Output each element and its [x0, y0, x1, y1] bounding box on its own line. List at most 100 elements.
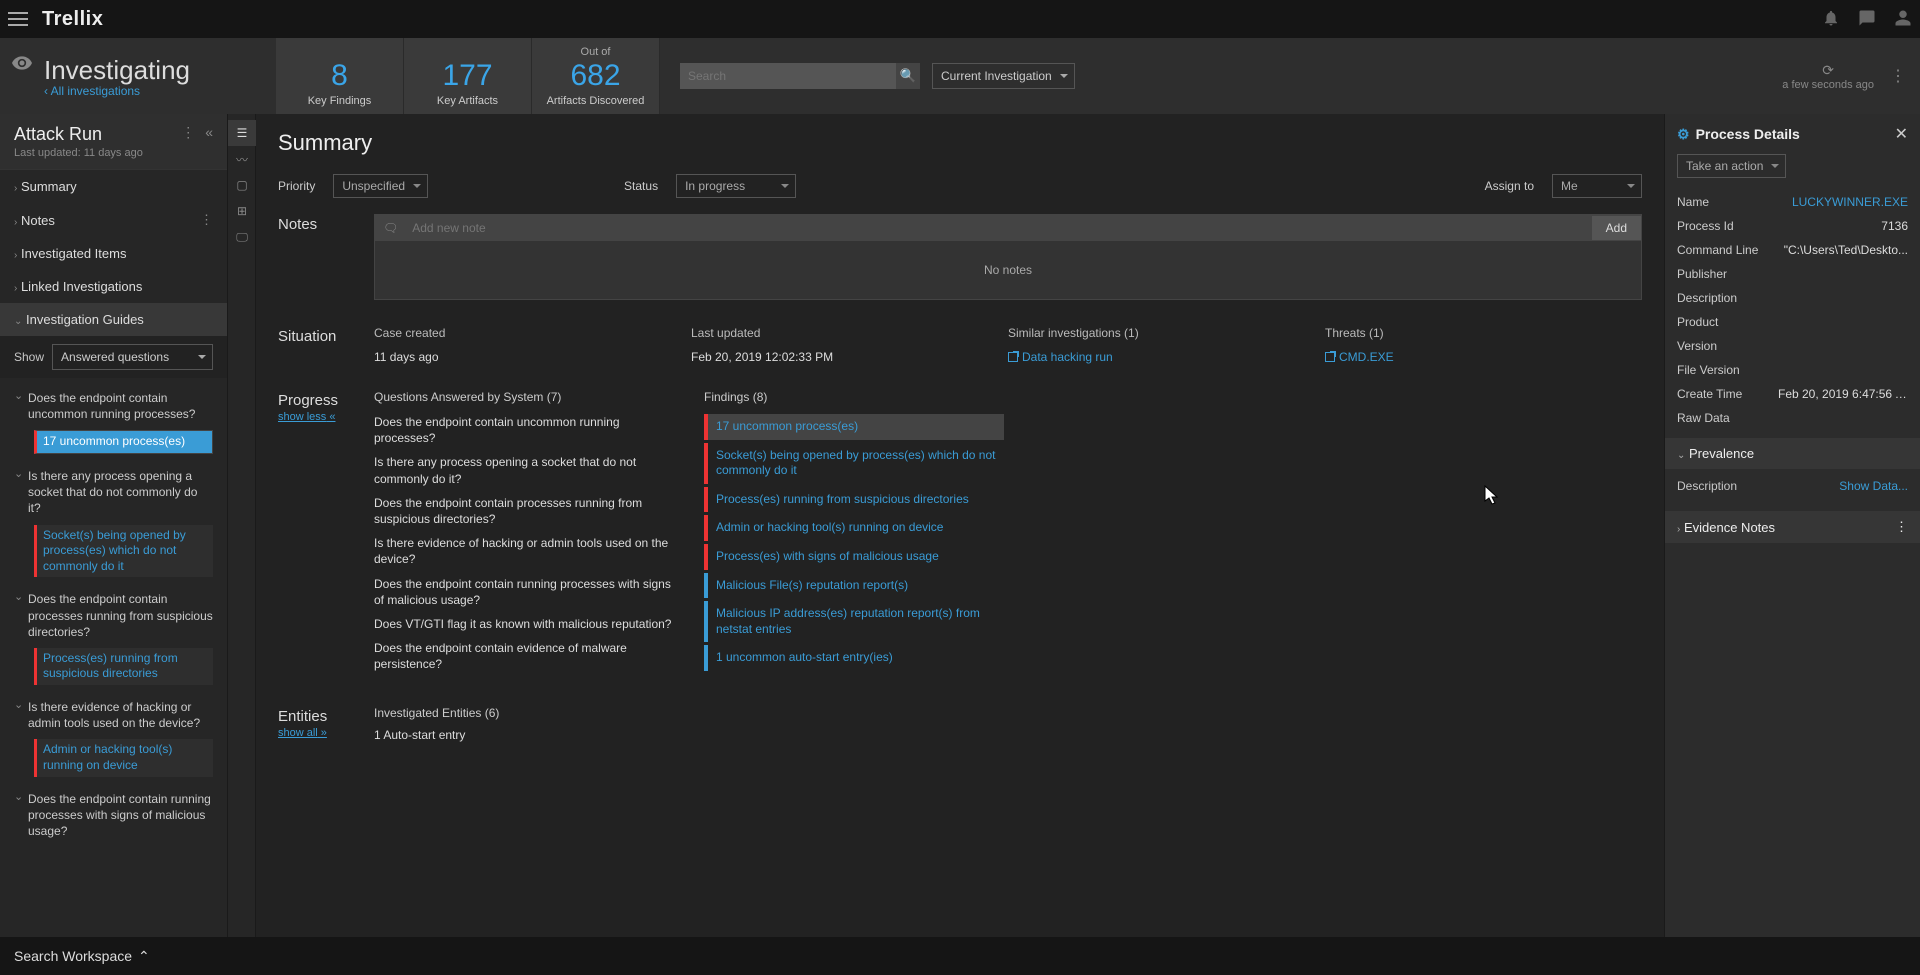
content: Summary Priority Unspecified Status In p…	[256, 114, 1664, 937]
box-view-icon[interactable]: ▢	[228, 172, 256, 198]
guide-question[interactable]: Does the endpoint contain running proces…	[0, 785, 227, 844]
guide-finding[interactable]: Process(es) running from suspicious dire…	[34, 648, 213, 685]
progress-label: Progress show less «	[278, 390, 374, 680]
sidebar-collapse-icon[interactable]: «	[205, 124, 213, 141]
detail-key: Create Time	[1677, 387, 1742, 401]
evidence-more-icon[interactable]: ⋮	[1895, 519, 1908, 535]
situation-value[interactable]: CMD.EXE	[1325, 350, 1642, 364]
topbar: Trellix	[0, 0, 1920, 38]
external-link-icon	[1008, 352, 1018, 362]
detail-value: Feb 20, 2019 6:47:56 A...	[1778, 387, 1908, 401]
situation-label: Situation	[278, 326, 374, 364]
guide-question[interactable]: Is there evidence of hacking or admin to…	[0, 693, 227, 735]
detail-key: Product	[1677, 315, 1718, 329]
situation-value: 11 days ago	[374, 350, 691, 364]
situation-value[interactable]: Data hacking run	[1008, 350, 1325, 364]
prevalence-section[interactable]: ⌄ Prevalence	[1665, 438, 1920, 469]
gear-icon: ⚙	[1677, 126, 1690, 143]
action-select[interactable]: Take an action	[1677, 154, 1786, 178]
brand-logo: Trellix	[42, 8, 103, 31]
search-input[interactable]	[680, 63, 896, 89]
bell-icon[interactable]	[1822, 9, 1840, 30]
guide-finding[interactable]: 17 uncommon process(es)	[34, 430, 213, 454]
situation-header: Threats (1)	[1325, 326, 1642, 340]
guide-question[interactable]: Does the endpoint contain uncommon runni…	[0, 384, 227, 426]
progress-finding[interactable]: Process(es) running from suspicious dire…	[704, 487, 1004, 513]
situation-value: Feb 20, 2019 12:02:33 PM	[691, 350, 1008, 364]
close-icon[interactable]: ✕	[1895, 124, 1908, 144]
entity-item: 1 Auto-start entry	[374, 728, 1642, 742]
notes-empty: No notes	[375, 241, 1641, 299]
back-link[interactable]: All investigations	[44, 84, 262, 98]
show-less-link[interactable]: show less «	[278, 411, 374, 423]
scope-select[interactable]: Current Investigation	[932, 63, 1075, 89]
guide-question[interactable]: Is there any process opening a socket th…	[0, 462, 227, 521]
progress-finding[interactable]: 1 uncommon auto-start entry(ies)	[704, 645, 1004, 671]
show-label: Show	[14, 350, 44, 364]
assign-select[interactable]: Me	[1552, 174, 1642, 198]
progress-question: Does the endpoint contain uncommon runni…	[374, 414, 674, 446]
detail-value: "C:\Users\Ted\Deskto...	[1784, 243, 1908, 257]
detail-value[interactable]: LUCKYWINNER.EXE	[1792, 195, 1908, 209]
header: Investigating All investigations 8 Key F…	[0, 38, 1920, 114]
progress-finding[interactable]: Admin or hacking tool(s) running on devi…	[704, 515, 1004, 541]
progress-finding[interactable]: Malicious File(s) reputation report(s)	[704, 573, 1004, 599]
show-select[interactable]: Answered questions	[52, 344, 213, 370]
chevron-up-icon: ⌃	[138, 948, 150, 965]
sidebar: Attack Run Last updated: 11 days ago ⋮ «…	[0, 114, 228, 937]
graph-view-icon[interactable]: 〰	[228, 146, 256, 172]
situation-header: Case created	[374, 326, 691, 340]
more-icon[interactable]: ⋮	[1890, 66, 1906, 86]
detail-value: 7136	[1881, 219, 1908, 233]
progress-finding[interactable]: 17 uncommon process(es)	[704, 414, 1004, 440]
menu-icon[interactable]	[8, 12, 28, 26]
guide-finding[interactable]: Socket(s) being opened by process(es) wh…	[34, 525, 213, 578]
show-all-link[interactable]: show all »	[278, 727, 374, 739]
notes-input[interactable]	[406, 215, 1591, 241]
sidebar-item-linked investigations[interactable]: › Linked Investigations	[0, 270, 227, 303]
show-data-link[interactable]: Show Data...	[1839, 479, 1908, 493]
sidebar-subtitle: Last updated: 11 days ago	[14, 147, 143, 159]
summary-title: Summary	[278, 130, 1642, 156]
stat: 177 Key Artifacts	[404, 38, 532, 114]
grid-view-icon[interactable]: ⊞	[228, 198, 256, 224]
findings-header: Findings (8)	[704, 390, 1004, 404]
details-title: Process Details	[1696, 126, 1800, 142]
sidebar-item-investigated items[interactable]: › Investigated Items	[0, 237, 227, 270]
guide-finding[interactable]: Admin or hacking tool(s) running on devi…	[34, 739, 213, 776]
sidebar-more-icon[interactable]: ⋮	[181, 124, 195, 141]
refresh-icon[interactable]: ⟳	[1782, 62, 1874, 79]
detail-key: Name	[1677, 195, 1709, 209]
questions-header: Questions Answered by System (7)	[374, 390, 674, 404]
user-icon[interactable]	[1894, 9, 1912, 30]
list-view-icon[interactable]: ☰	[228, 120, 256, 146]
progress-question: Does the endpoint contain evidence of ma…	[374, 640, 674, 672]
toolstrip: ☰ 〰 ▢ ⊞ 🖵	[228, 114, 256, 937]
refresh-time: a few seconds ago	[1782, 79, 1874, 91]
prevalence-desc-label: Description	[1677, 479, 1737, 493]
progress-question: Is there any process opening a socket th…	[374, 454, 674, 486]
detail-key: Raw Data	[1677, 411, 1730, 425]
search-workspace[interactable]: Search Workspace ⌃	[0, 937, 1920, 975]
chat-icon[interactable]	[1858, 9, 1876, 30]
priority-label: Priority	[278, 179, 315, 193]
notes-more-icon[interactable]: ⋮	[200, 212, 213, 228]
display-view-icon[interactable]: 🖵	[228, 224, 256, 250]
add-note-button[interactable]: Add	[1592, 216, 1641, 240]
situation-header: Similar investigations (1)	[1008, 326, 1325, 340]
detail-key: Process Id	[1677, 219, 1734, 233]
progress-finding[interactable]: Malicious IP address(es) reputation repo…	[704, 601, 1004, 642]
priority-select[interactable]: Unspecified	[333, 174, 428, 198]
sidebar-item-summary[interactable]: › Summary	[0, 170, 227, 203]
sidebar-item-investigation guides[interactable]: ⌄ Investigation Guides	[0, 303, 227, 336]
progress-question: Does VT/GTI flag it as known with malici…	[374, 616, 674, 632]
search-button[interactable]: 🔍	[896, 63, 920, 89]
sidebar-item-notes[interactable]: › Notes⋮	[0, 203, 227, 237]
evidence-section[interactable]: › Evidence Notes ⋮	[1665, 511, 1920, 543]
detail-key: File Version	[1677, 363, 1740, 377]
progress-question: Is there evidence of hacking or admin to…	[374, 535, 674, 567]
progress-finding[interactable]: Socket(s) being opened by process(es) wh…	[704, 443, 1004, 484]
status-select[interactable]: In progress	[676, 174, 796, 198]
progress-finding[interactable]: Process(es) with signs of malicious usag…	[704, 544, 1004, 570]
guide-question[interactable]: Does the endpoint contain processes runn…	[0, 585, 227, 644]
